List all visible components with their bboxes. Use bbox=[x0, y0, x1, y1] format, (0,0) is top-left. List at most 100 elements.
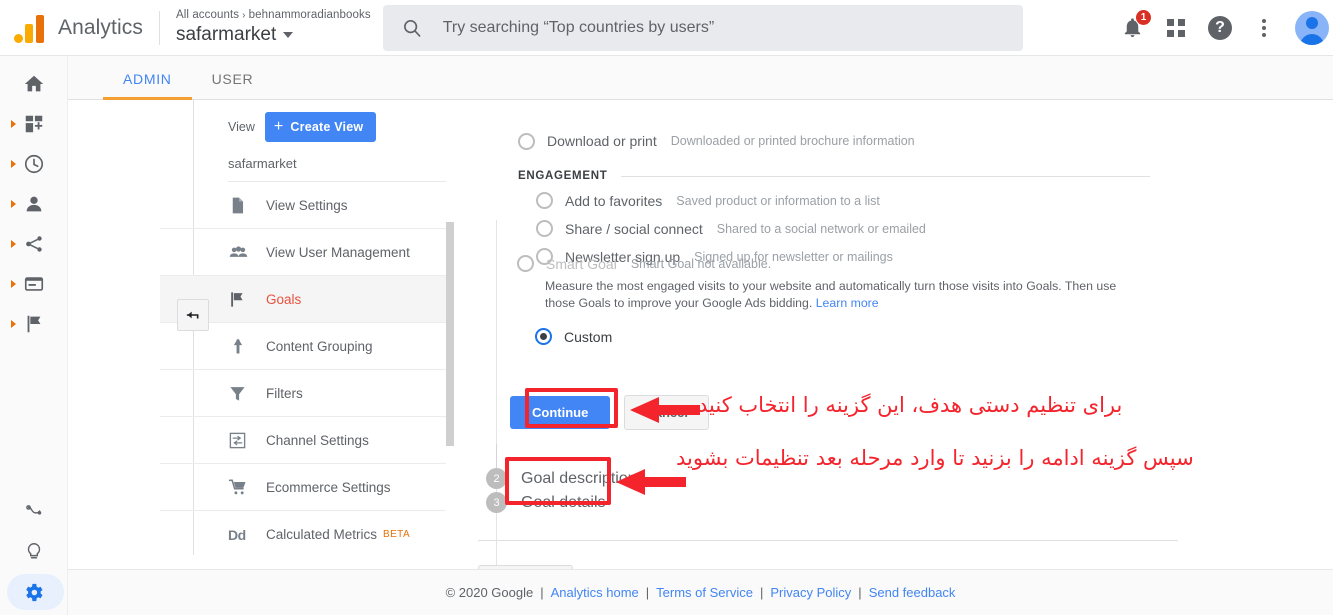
admin-tabs: ADMIN USER bbox=[68, 56, 1333, 100]
cart-icon bbox=[228, 477, 254, 497]
collapse-sidebar-button[interactable] bbox=[177, 299, 209, 331]
footer-link-terms-of-service[interactable]: Terms of Service bbox=[656, 585, 753, 600]
radio-download-or-print[interactable] bbox=[518, 132, 535, 150]
footer-link-send-feedback[interactable]: Send feedback bbox=[869, 585, 956, 600]
sidebar-item-view-user-management[interactable]: View User Management bbox=[160, 229, 446, 276]
sidebar-item-label: View Settings bbox=[266, 197, 348, 213]
help-button[interactable]: ? bbox=[1207, 15, 1233, 41]
content-grouping-icon bbox=[228, 336, 254, 356]
rail-item-discover[interactable] bbox=[0, 532, 67, 572]
sidebar-item-channel-settings[interactable]: Channel Settings bbox=[160, 417, 446, 464]
step-label: Goal description bbox=[521, 469, 637, 487]
apps-button[interactable] bbox=[1163, 15, 1189, 41]
dashboard-add-icon bbox=[25, 115, 42, 133]
step-action-buttons: Continue Cancel bbox=[510, 395, 709, 430]
flag-icon bbox=[27, 315, 40, 333]
option-label: Share / social connect bbox=[565, 220, 703, 237]
document-icon bbox=[228, 196, 254, 215]
rail-item-customization[interactable] bbox=[0, 104, 67, 144]
learn-more-link[interactable]: Learn more bbox=[816, 296, 879, 310]
rail-item-home[interactable] bbox=[0, 64, 67, 104]
sidebar-scrollbar[interactable] bbox=[446, 222, 454, 446]
arrow-left-icon bbox=[186, 311, 199, 319]
share-nodes-icon bbox=[25, 236, 42, 252]
expand-triangle-icon bbox=[11, 280, 16, 288]
option-description: Shared to a social network or emailed bbox=[716, 221, 926, 236]
option-description: Downloaded or printed brochure informati… bbox=[670, 134, 915, 148]
sidebar-item-filters[interactable]: Filters bbox=[160, 370, 446, 417]
help-icon: ? bbox=[1208, 15, 1232, 40]
annotation-text-continue: سپس گزینه ادامه را بزنید تا وارد مرحله ب… bbox=[676, 446, 1194, 470]
cancel-inline-button[interactable]: Cancel bbox=[624, 395, 709, 430]
goal-option-share-social-connect[interactable]: Share / social connect Shared to a socia… bbox=[536, 220, 926, 237]
current-view-name: safarmarket bbox=[228, 156, 297, 171]
step-connector bbox=[496, 444, 497, 468]
rail-item-acquisition[interactable] bbox=[0, 224, 67, 264]
continue-button[interactable]: Continue bbox=[510, 396, 611, 429]
step-number: 2 bbox=[486, 468, 507, 489]
left-nav-rail bbox=[0, 56, 68, 615]
apps-grid-icon bbox=[1167, 18, 1185, 37]
goal-option-custom[interactable]: Custom bbox=[535, 328, 612, 345]
clock-icon bbox=[24, 154, 43, 174]
expand-triangle-icon bbox=[11, 240, 16, 248]
sidebar-header: View + Create View bbox=[160, 100, 456, 142]
top-actions: 1 ? bbox=[1119, 8, 1333, 45]
notifications-button[interactable]: 1 bbox=[1119, 8, 1152, 41]
create-view-button[interactable]: + Create View bbox=[264, 112, 377, 142]
goal-option-add-to-favorites[interactable]: Add to favorites Saved product or inform… bbox=[536, 192, 880, 209]
sidebar-item-label: View User Management bbox=[266, 244, 410, 260]
rail-item-behavior[interactable] bbox=[0, 264, 67, 304]
avatar[interactable] bbox=[1295, 10, 1329, 45]
people-icon bbox=[228, 242, 254, 263]
account-selector[interactable]: All accounts › behnammoradianbooks safarma… bbox=[176, 8, 371, 47]
page-footer: © 2020 Google | Analytics home | Terms o… bbox=[68, 569, 1333, 615]
content-left-divider bbox=[496, 220, 497, 615]
path-nodes-icon bbox=[25, 505, 41, 515]
annotation-text-custom: برای تنظیم دستی هدف، این گزینه را انتخاب… bbox=[698, 393, 1123, 417]
sidebar-item-label: Content Grouping bbox=[266, 338, 373, 354]
search-bar[interactable] bbox=[382, 4, 1023, 51]
rail-item-realtime[interactable] bbox=[0, 144, 67, 184]
footer-link-analytics-home[interactable]: Analytics home bbox=[551, 585, 639, 600]
rail-item-attribution[interactable] bbox=[0, 492, 67, 532]
gear-icon bbox=[26, 583, 43, 601]
radio-share-social-connect[interactable] bbox=[536, 220, 553, 237]
plus-icon: + bbox=[273, 118, 284, 135]
goal-template-panel: Download or print Downloaded or printed … bbox=[478, 100, 1218, 599]
search-input[interactable] bbox=[442, 18, 1005, 37]
google-analytics-logo-icon bbox=[14, 13, 46, 43]
admin-content: View + Create View safarmarket View Sett… bbox=[68, 100, 1333, 615]
analytics-admin-page: Analytics All accounts › behnammoradianboo… bbox=[0, 0, 1333, 615]
step-goal-details[interactable]: 3 Goal details bbox=[486, 492, 606, 513]
more-vertical-icon bbox=[1262, 18, 1266, 37]
rail-item-conversions[interactable] bbox=[0, 304, 67, 344]
top-bar: Analytics All accounts › behnammoradianboo… bbox=[0, 0, 1333, 56]
goal-option-download-or-print[interactable]: Download or print Downloaded or printed … bbox=[518, 130, 915, 152]
more-options-button[interactable] bbox=[1251, 15, 1277, 41]
tab-admin[interactable]: ADMIN bbox=[103, 71, 192, 100]
footer-separator: | bbox=[645, 585, 650, 600]
option-label: Smart Goal bbox=[546, 255, 617, 272]
dd-icon: Dd bbox=[228, 526, 246, 543]
radio-custom[interactable] bbox=[535, 328, 552, 345]
channel-settings-icon bbox=[228, 431, 254, 450]
property-name[interactable]: safarmarket bbox=[176, 23, 371, 47]
footer-link-privacy-policy[interactable]: Privacy Policy bbox=[770, 585, 851, 600]
tab-user[interactable]: USER bbox=[192, 71, 274, 99]
expand-triangle-icon bbox=[11, 320, 16, 328]
sidebar-item-view-settings[interactable]: View Settings bbox=[160, 182, 446, 229]
rail-item-admin[interactable] bbox=[0, 572, 67, 612]
sidebar-item-ecommerce-settings[interactable]: Ecommerce Settings bbox=[160, 464, 446, 511]
rail-item-audience[interactable] bbox=[0, 184, 67, 224]
radio-add-to-favorites[interactable] bbox=[536, 192, 553, 209]
step-label: Goal details bbox=[521, 493, 606, 511]
sidebar-item-calculated-metrics[interactable]: Dd Calculated Metrics BETA bbox=[160, 511, 446, 555]
step-goal-description[interactable]: 2 Goal description bbox=[486, 468, 637, 489]
breadcrumb-root[interactable]: All accounts bbox=[176, 9, 239, 21]
expand-triangle-icon bbox=[11, 200, 16, 208]
notification-badge: 1 bbox=[1135, 8, 1152, 26]
footer-separator: | bbox=[540, 585, 544, 600]
breadcrumb-account[interactable]: behnammoradianbooks bbox=[249, 9, 371, 21]
panel-bottom-rule bbox=[478, 540, 1178, 541]
